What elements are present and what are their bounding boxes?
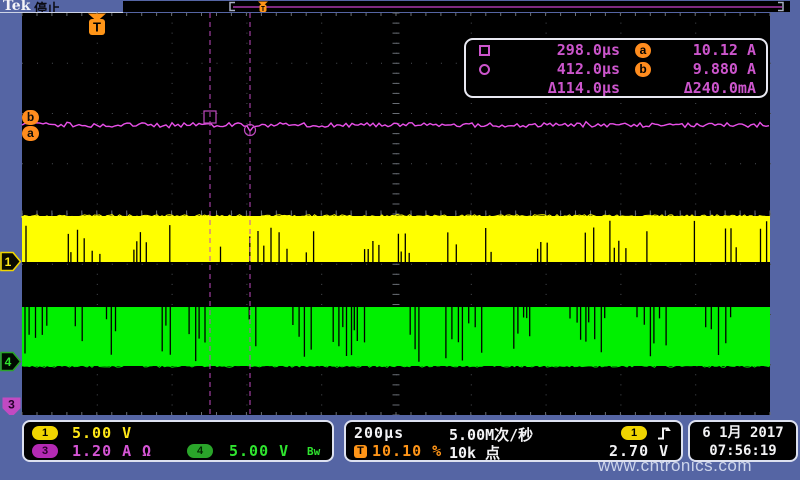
timebase-value[interactable]: 200µs	[354, 424, 404, 442]
trigger-position-flag-icon[interactable]: T	[85, 13, 109, 39]
cursor-b-tag[interactable]: b	[22, 110, 39, 125]
cursor-delta-time: Δ114.0µs	[502, 79, 620, 97]
cursor-a-square-icon	[479, 45, 490, 56]
trigger-source-badge[interactable]: 1	[621, 426, 647, 440]
cursor-delta-value: Δ240.0mA	[666, 79, 766, 97]
cursor-b-value: 9.880 A	[666, 60, 766, 78]
ch4-position-marker[interactable]: 4	[0, 351, 23, 372]
svg-text:T: T	[93, 20, 101, 35]
svg-text:4: 4	[5, 355, 12, 369]
cursor-b-label: b	[27, 110, 34, 124]
cursor-a-tag[interactable]: a	[22, 126, 39, 141]
cursor-readout-box: 298.0µs a 10.12 A 412.0µs b 9.880 A Δ114…	[464, 38, 768, 98]
ch4-scale[interactable]: 5.00 V	[229, 442, 289, 460]
ch4-trace-band	[22, 307, 770, 366]
cursor-a-value: 10.12 A	[666, 41, 766, 59]
cursor-a-label: a	[27, 126, 34, 140]
cursor-b-row: 412.0µs b 9.880 A	[466, 60, 766, 78]
oscilloscope-screen: Tek 停止 T T b a	[0, 0, 800, 480]
date-value: 6 1月 2017	[690, 424, 796, 442]
record-length: 10k 点	[449, 442, 500, 463]
cursor-b-circle-icon	[479, 64, 490, 75]
ch4-bandwidth-limit-icon: Bw	[307, 445, 320, 458]
ch1-scale[interactable]: 5.00 V	[72, 424, 132, 442]
cursor-a-row: 298.0µs a 10.12 A	[466, 41, 766, 59]
cursor-b-time: 412.0µs	[502, 60, 620, 78]
trigger-position-percent[interactable]: 10.10 %	[372, 442, 442, 460]
svg-text:1: 1	[5, 255, 12, 269]
ch1-badge[interactable]: 1	[32, 426, 58, 440]
ch3-coupling[interactable]: Ω	[142, 442, 152, 460]
ch3-trace	[22, 122, 769, 131]
ch4-badge[interactable]: 4	[187, 444, 213, 458]
cursor-b-badge: b	[635, 62, 651, 77]
ch3-scale[interactable]: 1.20 A	[72, 442, 132, 460]
ch1-position-marker[interactable]: 1	[0, 251, 23, 272]
cursor-a-time: 298.0µs	[502, 41, 620, 59]
cursor-a-badge: a	[635, 43, 651, 58]
cursor-delta-row: Δ114.0µs Δ240.0mA	[466, 79, 766, 97]
svg-text:3: 3	[8, 398, 15, 412]
ch3-badge[interactable]: 3	[32, 444, 58, 458]
watermark-text: www.cntronics.com	[598, 456, 798, 476]
channel-settings-box[interactable]: 1 5.00 V 3 1.20 A Ω 4 5.00 V Bw	[22, 420, 334, 462]
trigger-position-badge: T	[354, 445, 367, 458]
trigger-slope-rising-icon[interactable]	[656, 425, 672, 441]
